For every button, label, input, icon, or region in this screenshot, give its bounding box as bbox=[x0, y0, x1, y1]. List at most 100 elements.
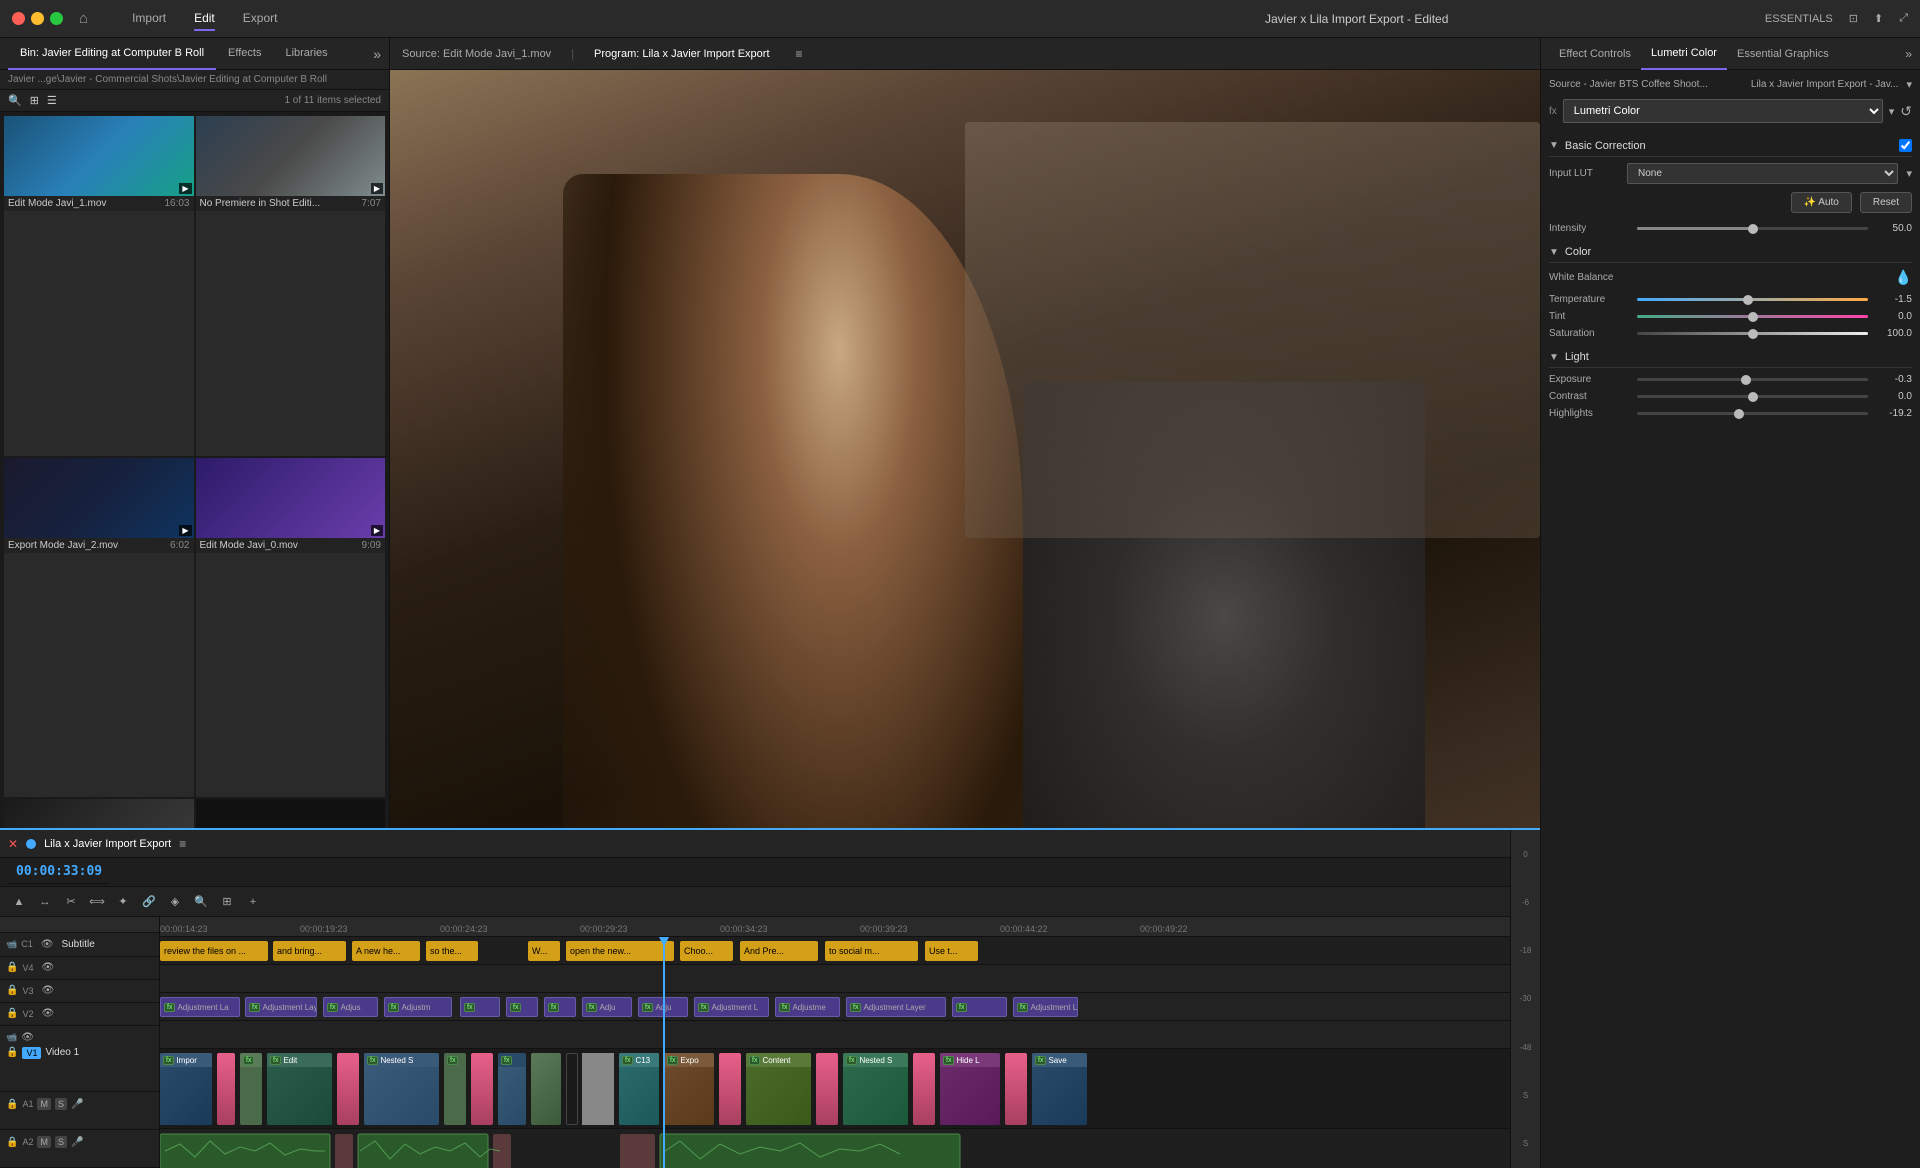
track-m-a2[interactable]: M bbox=[37, 1136, 51, 1148]
adj-clip[interactable]: fxAdjustment Layer bbox=[846, 997, 946, 1017]
track-lock-a1[interactable]: 🔒 bbox=[6, 1099, 18, 1110]
track-eye-v4[interactable]: 👁 bbox=[41, 962, 54, 973]
effect-tabs-menu-icon[interactable]: » bbox=[1905, 47, 1912, 61]
subtitle-clip[interactable]: to social m... bbox=[825, 941, 918, 961]
subtitle-clip[interactable]: Use t... bbox=[925, 941, 978, 961]
nav-export[interactable]: Export bbox=[243, 7, 278, 31]
timeline-settings-tool[interactable]: ⊞ bbox=[216, 891, 238, 913]
light-arrow[interactable]: ▼ bbox=[1549, 352, 1559, 363]
timeline-slip-tool[interactable]: ⟺ bbox=[86, 891, 108, 913]
tab-effect-controls[interactable]: Effect Controls bbox=[1549, 38, 1641, 70]
video-clip-save[interactable]: fxSave bbox=[1032, 1053, 1087, 1125]
track-m-a1[interactable]: M bbox=[37, 1098, 51, 1110]
timeline-add-tool[interactable]: + bbox=[242, 891, 264, 913]
timeline-search-tool[interactable]: 🔍 bbox=[190, 891, 212, 913]
reset-button[interactable]: Reset bbox=[1860, 192, 1912, 213]
track-s-a1[interactable]: S bbox=[55, 1098, 67, 1110]
timeline-menu-icon[interactable]: ≡ bbox=[179, 837, 186, 851]
timeline-razor-tool[interactable]: ✂ bbox=[60, 891, 82, 913]
video-clip-black[interactable] bbox=[566, 1053, 578, 1125]
adj-clip[interactable]: fxAdjustm bbox=[384, 997, 452, 1017]
video-clip-small2[interactable]: fx bbox=[498, 1053, 526, 1125]
panel-expand-icon[interactable]: ⊡ bbox=[1849, 12, 1858, 25]
track-mic-a1[interactable]: 🎤 bbox=[71, 1099, 83, 1110]
track-eye-v1[interactable]: 👁 bbox=[21, 1032, 34, 1043]
adj-clip[interactable]: fx bbox=[952, 997, 1007, 1017]
list-item[interactable]: ▶ No Premiere in Shot Editi... 7:07 bbox=[196, 116, 386, 456]
minimize-button[interactable] bbox=[31, 12, 44, 25]
program-menu-icon[interactable]: ≡ bbox=[796, 47, 803, 61]
intensity-slider[interactable] bbox=[1637, 227, 1868, 230]
share-icon[interactable]: ⬆ bbox=[1874, 12, 1883, 25]
home-icon[interactable]: ⌂ bbox=[79, 10, 88, 27]
tab-libraries[interactable]: Libraries bbox=[273, 38, 339, 70]
nav-import[interactable]: Import bbox=[132, 7, 166, 31]
video-clip-c13[interactable]: fxC13 bbox=[619, 1053, 659, 1125]
timeline-ripple-tool[interactable]: ↔ bbox=[34, 891, 56, 913]
video-clip-pink6[interactable] bbox=[913, 1053, 935, 1125]
subtitle-clip[interactable]: And Pre... bbox=[740, 941, 818, 961]
track-eye-c1[interactable]: 👁 bbox=[41, 939, 54, 950]
basic-correction-arrow[interactable]: ▼ bbox=[1549, 140, 1559, 151]
tint-slider[interactable] bbox=[1637, 315, 1868, 318]
subtitle-clip[interactable]: open the new... bbox=[566, 941, 674, 961]
adj-clip[interactable]: fxAdjustme bbox=[775, 997, 840, 1017]
input-lut-select[interactable]: None bbox=[1627, 163, 1898, 184]
track-s-a2[interactable]: S bbox=[55, 1136, 67, 1148]
effect-select[interactable]: Lumetri Color bbox=[1563, 99, 1883, 123]
auto-button[interactable]: ✨ Auto bbox=[1791, 192, 1852, 213]
basic-correction-toggle[interactable] bbox=[1899, 139, 1912, 152]
track-type-v1[interactable]: 📹 bbox=[6, 1032, 17, 1043]
saturation-slider[interactable] bbox=[1637, 332, 1868, 335]
track-lock-v1[interactable]: 🔒 bbox=[6, 1047, 18, 1058]
temperature-slider[interactable] bbox=[1637, 298, 1868, 301]
video-clip-pink[interactable] bbox=[217, 1053, 235, 1125]
video-clip[interactable]: fx bbox=[240, 1053, 262, 1125]
highlights-slider[interactable] bbox=[1637, 412, 1868, 415]
timeline-select-tool[interactable]: ▲ bbox=[8, 891, 30, 913]
effect-dropdown-arrow[interactable]: ▾ bbox=[1889, 105, 1895, 118]
video-clip-content[interactable]: fxContent bbox=[746, 1053, 811, 1125]
adj-clip[interactable]: fxAdjustment Lay bbox=[245, 997, 317, 1017]
timeline-link-tool[interactable]: 🔗 bbox=[138, 891, 160, 913]
tab-effects[interactable]: Effects bbox=[216, 38, 273, 70]
video-clip-pink2[interactable] bbox=[337, 1053, 359, 1125]
track-lock-v2[interactable]: 🔒 bbox=[6, 1008, 18, 1019]
track-lock-a2[interactable]: 🔒 bbox=[6, 1137, 18, 1148]
reset-effect-button[interactable]: ↺ bbox=[1900, 103, 1912, 120]
maximize-button[interactable] bbox=[50, 12, 63, 25]
adj-clip[interactable]: fxAdjustment L bbox=[694, 997, 769, 1017]
tab-bin[interactable]: Bin: Javier Editing at Computer B Roll bbox=[8, 38, 216, 70]
subtitle-clip[interactable]: A new he... bbox=[352, 941, 420, 961]
list-item[interactable]: ▶ Edit Mode Javi_1.mov 16:03 bbox=[4, 116, 194, 456]
adj-clip[interactable]: fxAdju bbox=[582, 997, 632, 1017]
fullscreen-icon[interactable]: ⤢ bbox=[1899, 12, 1908, 25]
list-item[interactable]: ▶ Export Mode Javi_2.mov 6:02 bbox=[4, 458, 194, 798]
video-clip-grey[interactable] bbox=[582, 1053, 614, 1125]
track-eye-v3[interactable]: 👁 bbox=[41, 985, 54, 996]
subtitle-clip[interactable]: W... bbox=[528, 941, 560, 961]
subtitle-clip[interactable]: so the... bbox=[426, 941, 478, 961]
adj-clip[interactable]: fxAdjus bbox=[323, 997, 378, 1017]
tab-essential-graphics[interactable]: Essential Graphics bbox=[1727, 38, 1839, 70]
tab-lumetri-color[interactable]: Lumetri Color bbox=[1641, 38, 1727, 70]
timeline-close-button[interactable]: ✕ bbox=[8, 837, 18, 851]
video-clip-small[interactable]: fx bbox=[444, 1053, 466, 1125]
video-clip-nested2[interactable]: fxNested S bbox=[843, 1053, 908, 1125]
adj-clip[interactable]: fx bbox=[460, 997, 500, 1017]
list-icon[interactable]: ☰ bbox=[47, 94, 57, 107]
video-clip-small3[interactable] bbox=[531, 1053, 561, 1125]
nav-edit[interactable]: Edit bbox=[194, 7, 215, 31]
video-clip-nested[interactable]: fxNested S bbox=[364, 1053, 439, 1125]
video-clip-pink3[interactable] bbox=[471, 1053, 493, 1125]
video-clip-hide[interactable]: fxHide L bbox=[940, 1053, 1000, 1125]
subtitle-clip[interactable]: Choo... bbox=[680, 941, 733, 961]
exposure-slider[interactable] bbox=[1637, 378, 1868, 381]
video-clip[interactable]: fxImpor bbox=[160, 1053, 212, 1125]
subtitle-clip[interactable]: and bring... bbox=[273, 941, 346, 961]
adj-clip[interactable]: fx bbox=[506, 997, 538, 1017]
grid-icon[interactable]: ⊞ bbox=[30, 94, 39, 107]
color-arrow[interactable]: ▼ bbox=[1549, 247, 1559, 258]
track-lock-v4[interactable]: 🔒 bbox=[6, 962, 18, 973]
close-button[interactable] bbox=[12, 12, 25, 25]
